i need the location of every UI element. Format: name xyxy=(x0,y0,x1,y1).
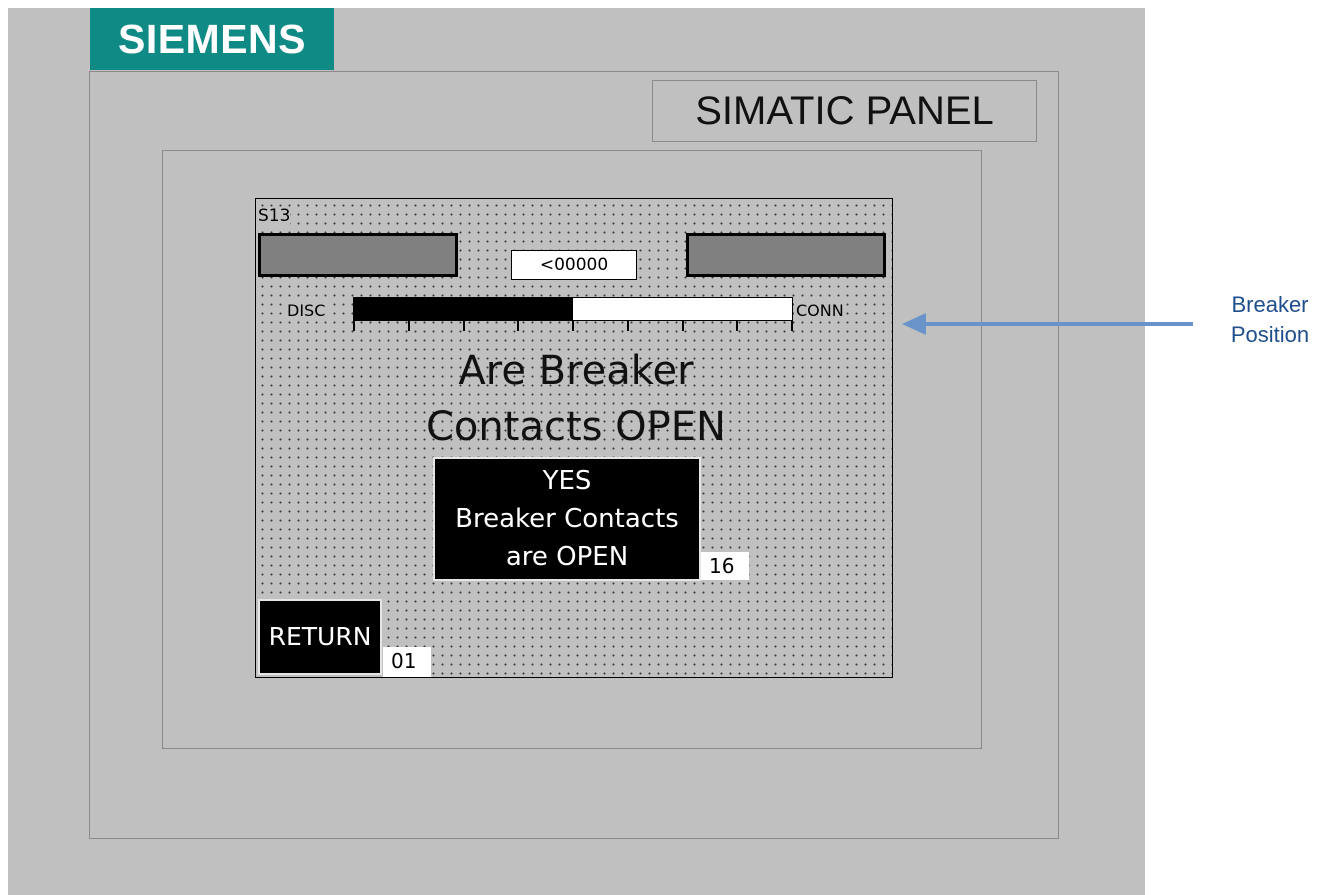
bar-label-disc: DISC xyxy=(285,301,328,321)
bar-scale-tick xyxy=(736,321,738,331)
bar-scale-tick xyxy=(791,321,793,331)
yes-button-line-3: are OPEN xyxy=(505,542,629,572)
return-button-number: 01 xyxy=(383,647,431,677)
annotation-line-1: Breaker xyxy=(1231,292,1309,317)
value-display-field: <00000 xyxy=(511,250,637,280)
bar-scale-tick xyxy=(463,321,465,331)
bar-scale-tick xyxy=(682,321,684,331)
yes-button-line-2: Breaker Contacts xyxy=(455,504,679,534)
breaker-position-annotation: Breaker Position xyxy=(1210,290,1330,350)
panel-label: SIMATIC PANEL xyxy=(652,80,1037,142)
question-line-1: Are Breaker xyxy=(458,348,694,394)
status-indicator-right xyxy=(686,233,886,277)
bar-scale-tick xyxy=(627,321,629,331)
hmi-screen: S13 <00000 DISC CONN Are Breaker Contact… xyxy=(255,198,893,678)
bar-scale-tick xyxy=(572,321,574,331)
question-text: Are Breaker Contacts OPEN xyxy=(406,343,746,455)
annotation-line-2: Position xyxy=(1230,322,1310,347)
bar-scale-tick xyxy=(353,321,355,331)
yes-contacts-open-button[interactable]: YES Breaker Contacts are OPEN xyxy=(433,457,701,581)
question-line-2: Contacts OPEN xyxy=(426,404,726,450)
breaker-position-bar xyxy=(353,297,793,321)
bar-scale-tick xyxy=(408,321,410,331)
screen-id: S13 xyxy=(258,206,291,226)
status-indicator-left xyxy=(258,233,458,277)
breaker-position-fill xyxy=(354,298,573,320)
yes-button-line-1: YES xyxy=(542,466,592,496)
return-button[interactable]: RETURN xyxy=(258,599,382,675)
siemens-logo: SIEMENS xyxy=(90,8,334,70)
bar-label-conn: CONN xyxy=(794,301,846,321)
arrow-left-icon xyxy=(902,313,1193,335)
yes-button-number: 16 xyxy=(701,552,749,580)
bar-scale-tick xyxy=(517,321,519,331)
